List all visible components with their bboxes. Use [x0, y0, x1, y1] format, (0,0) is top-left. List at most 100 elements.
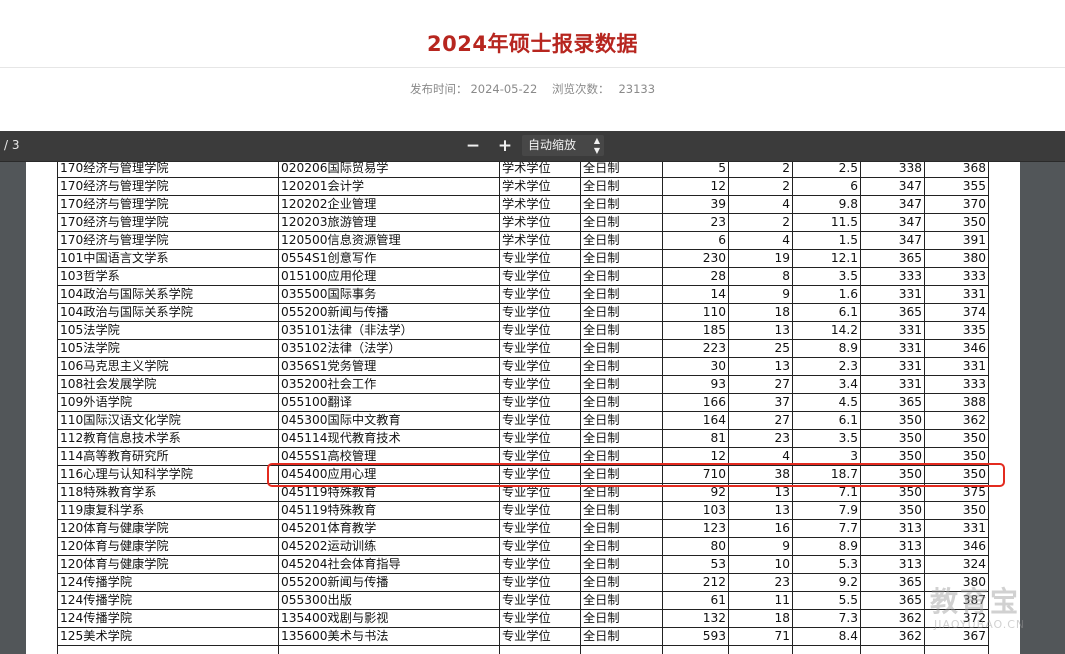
min-score-cell: 331	[860, 285, 925, 304]
department-cell: 103哲学系	[57, 267, 279, 286]
min-score-cell: 333	[860, 267, 925, 286]
admitted-cell: 16	[728, 519, 793, 538]
study-mode-cell: 全日制	[580, 195, 663, 214]
ratio-cell: 1.5	[792, 231, 861, 250]
admissions-table: 170经济与管理学院 020206国际贸易学 学术学位 全日制 5 2 2.5 338 368 1…	[57, 162, 989, 654]
study-mode-cell: 全日制	[580, 393, 663, 412]
department-cell: 106马克思主义学院	[57, 357, 279, 376]
major-cell: 035500国际事务	[278, 285, 500, 304]
ratio-cell: 11.5	[792, 213, 861, 232]
study-mode-cell: 全日制	[580, 231, 663, 250]
department-cell: 110国际汉语文化学院	[57, 411, 279, 430]
ratio-cell: 12.1	[792, 249, 861, 268]
major-cell: 035200社会工作	[278, 375, 500, 394]
min-score-cell: 365	[860, 303, 925, 322]
pdf-page: 170经济与管理学院 020206国际贸易学 学术学位 全日制 5 2 2.5 338 368 1…	[26, 162, 1020, 654]
study-mode-cell: 全日制	[580, 267, 663, 286]
major-cell: 045202运动训练	[278, 537, 500, 556]
min-score-cell: 350	[860, 483, 925, 502]
degree-type-cell: 学术学位	[499, 231, 581, 250]
zoom-in-button[interactable]: +	[494, 135, 516, 157]
study-mode-cell: 全日制	[580, 177, 663, 196]
major-cell: 035101法律（非法学）	[278, 321, 500, 340]
applicants-cell: 230	[662, 249, 729, 268]
publish-date: 2024-05-22	[470, 82, 538, 96]
study-mode-cell: 全日制	[580, 339, 663, 358]
degree-type-cell: 学术学位	[499, 177, 581, 196]
pdf-toolbar: / 3 − + 自动缩放 ▲ ▼	[0, 131, 1065, 162]
admitted-cell: 13	[728, 483, 793, 502]
applicants-cell: 80	[662, 537, 729, 556]
study-mode-cell: 全日制	[580, 591, 663, 610]
ratio-cell: 5.5	[792, 591, 861, 610]
ratio-cell: 7.9	[792, 501, 861, 520]
applicants-cell: 5	[662, 162, 729, 178]
min-score-cell	[860, 644, 925, 654]
admitted-cell: 13	[728, 321, 793, 340]
study-mode-cell: 全日制	[580, 357, 663, 376]
applicants-cell: 212	[662, 573, 729, 592]
min-score-cell: 350	[860, 447, 925, 466]
degree-type-cell: 专业学位	[499, 267, 581, 286]
applicants-cell: 53	[662, 555, 729, 574]
applicants-cell: 12	[662, 177, 729, 196]
table-row: 116心理与认知科学学院 045400应用心理 专业学位 全日制 710 38 18.7 35…	[57, 465, 989, 484]
study-mode-cell: 全日制	[580, 303, 663, 322]
zoom-select[interactable]: 自动缩放 ▲ ▼	[522, 135, 604, 156]
ratio-cell	[792, 644, 861, 654]
max-score-cell: 367	[924, 627, 989, 646]
major-cell: 045400应用心理	[278, 465, 500, 484]
admitted-cell: 18	[728, 609, 793, 628]
table-row: 104政治与国际关系学院 035500国际事务 专业学位 全日制 14 9 1.6 331 33…	[57, 285, 989, 304]
department-cell: 101中国语言文学系	[57, 249, 279, 268]
major-cell: 135600美术与书法	[278, 627, 500, 646]
major-cell: 035102法律（法学）	[278, 339, 500, 358]
title-divider	[0, 67, 1065, 68]
degree-type-cell: 专业学位	[499, 303, 581, 322]
study-mode-cell: 全日制	[580, 375, 663, 394]
admitted-cell	[728, 644, 793, 654]
table-row: 170经济与管理学院 120500信息资源管理 学术学位 全日制 6 4 1.5 347 391	[57, 231, 989, 250]
department-cell: 170经济与管理学院	[57, 213, 279, 232]
major-cell: 045119特殊教育	[278, 483, 500, 502]
admitted-cell: 4	[728, 447, 793, 466]
major-cell: 135400戏剧与影视	[278, 609, 500, 628]
degree-type-cell: 专业学位	[499, 375, 581, 394]
min-score-cell: 347	[860, 231, 925, 250]
min-score-cell: 331	[860, 375, 925, 394]
max-score-cell: 387	[924, 591, 989, 610]
study-mode-cell: 全日制	[580, 573, 663, 592]
applicants-cell: 164	[662, 411, 729, 430]
table-row: 124传播学院 055300出版 专业学位 全日制 61 11 5.5 365 387	[57, 591, 989, 610]
max-score-cell: 355	[924, 177, 989, 196]
admitted-cell: 2	[728, 177, 793, 196]
table-row: 106马克思主义学院 0356S1党务管理 专业学位 全日制 30 13 2.3 331 331	[57, 357, 989, 376]
max-score-cell: 372	[924, 609, 989, 628]
views-label: 浏览次数：	[551, 82, 610, 96]
zoom-out-button[interactable]: −	[462, 135, 484, 157]
major-cell: 045300国际中文教育	[278, 411, 500, 430]
department-cell: 124传播学院	[57, 573, 279, 592]
ratio-cell: 5.3	[792, 555, 861, 574]
applicants-cell: 110	[662, 303, 729, 322]
applicants-cell: 92	[662, 483, 729, 502]
page-title: 2024年硕士报录数据	[427, 32, 638, 56]
applicants-cell: 710	[662, 465, 729, 484]
applicants-cell: 23	[662, 213, 729, 232]
applicants-cell: 30	[662, 357, 729, 376]
degree-type-cell: 专业学位	[499, 465, 581, 484]
major-cell: 055100翻译	[278, 393, 500, 412]
min-score-cell: 362	[860, 609, 925, 628]
admissions-table-body: 170经济与管理学院 020206国际贸易学 学术学位 全日制 5 2 2.5 338 368 1…	[57, 162, 989, 654]
min-score-cell: 313	[860, 537, 925, 556]
max-score-cell: 346	[924, 537, 989, 556]
min-score-cell: 350	[860, 501, 925, 520]
degree-type-cell: 专业学位	[499, 429, 581, 448]
applicants-cell: 28	[662, 267, 729, 286]
min-score-cell: 347	[860, 195, 925, 214]
study-mode-cell: 全日制	[580, 555, 663, 574]
ratio-cell: 8.9	[792, 537, 861, 556]
max-score-cell: 331	[924, 519, 989, 538]
max-score-cell: 374	[924, 303, 989, 322]
degree-type-cell: 学术学位	[499, 195, 581, 214]
